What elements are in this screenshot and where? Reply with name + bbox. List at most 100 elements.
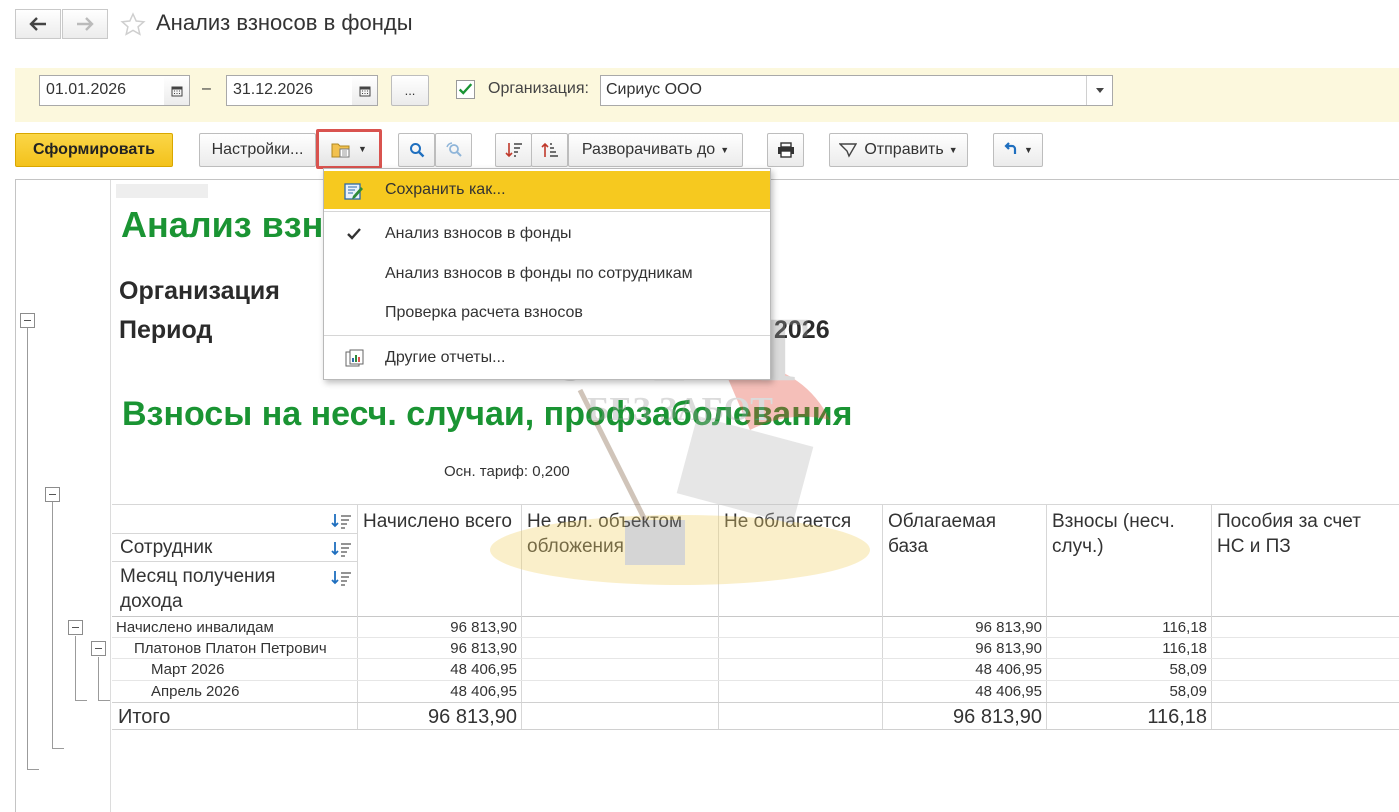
collapse-row-toggle[interactable]: [68, 620, 83, 635]
sort-indicator-icon[interactable]: [331, 512, 353, 530]
column-header-employee[interactable]: Сотрудник: [120, 535, 212, 560]
forward-button[interactable]: [62, 9, 108, 39]
caret-down-icon: ▼: [948, 145, 958, 155]
organization-checkbox[interactable]: [456, 80, 475, 99]
column-header-not-object[interactable]: Не явл. объектом обложения: [527, 509, 712, 559]
menu-item-analysis-by-employees[interactable]: Анализ взносов в фонды по сотрудникам: [324, 255, 770, 293]
print-button[interactable]: [767, 133, 804, 167]
collapse-group-toggle[interactable]: [20, 313, 35, 328]
total-accrued: 96 813,90: [428, 706, 517, 728]
collapse-group-toggle[interactable]: [45, 487, 60, 502]
find-button[interactable]: [398, 133, 435, 167]
menu-item-label: Проверка расчета взносов: [385, 304, 583, 321]
header-divider: [112, 561, 358, 562]
organization-header-label: Организация: [119, 277, 280, 305]
total-label: Итого: [118, 706, 171, 728]
send-button[interactable]: Отправить ▼: [829, 133, 968, 167]
sort-ascending-icon: [540, 142, 558, 157]
menu-separator: [324, 335, 770, 336]
column-divider: [1211, 504, 1212, 729]
cell-taxable-base: 96 813,90: [975, 619, 1042, 636]
calendar-from-button[interactable]: [164, 75, 190, 106]
organization-value: Сириус ООО: [606, 81, 702, 98]
sort-indicator-icon[interactable]: [331, 540, 353, 558]
collapse-row-toggle[interactable]: [91, 641, 106, 656]
undo-arrow-icon: [1004, 142, 1017, 154]
column-divider: [521, 504, 522, 729]
find-next-button[interactable]: [435, 133, 472, 167]
cell-contributions: 116,18: [1162, 640, 1207, 657]
expand-to-button[interactable]: Разворачивать до ▼: [568, 133, 743, 167]
tariff-label: Осн. тариф: 0,200: [444, 463, 570, 480]
cell-taxable-base: 96 813,90: [975, 640, 1042, 657]
checkmark-icon: [347, 228, 361, 240]
period-select-button[interactable]: ...: [391, 75, 429, 106]
group-line: [75, 636, 76, 700]
group-line: [27, 769, 39, 770]
cell-taxable-base: 48 406,95: [975, 683, 1042, 700]
row-label: Апрель 2026: [151, 683, 240, 700]
total-contributions: 116,18: [1147, 706, 1207, 728]
caret-down-icon: ▼: [720, 145, 730, 155]
sort-indicator-icon[interactable]: [331, 569, 353, 587]
menu-item-contributions-check[interactable]: Проверка расчета взносов: [324, 294, 770, 332]
calendar-to-button[interactable]: [352, 75, 378, 106]
row-divider: [112, 637, 1399, 638]
menu-item-other-reports[interactable]: Другие отчеты...: [324, 339, 770, 377]
group-line: [98, 700, 110, 701]
section-title: Взносы на несч. случаи, профзаболевания: [122, 395, 853, 433]
report-title: Анализ взн: [121, 204, 324, 245]
group-line: [27, 328, 28, 770]
header-divider: [112, 533, 358, 534]
dropdown-arrow-icon[interactable]: [1086, 76, 1112, 105]
column-divider: [357, 504, 358, 729]
caret-down-icon: ▼: [358, 144, 367, 154]
menu-item-save-as[interactable]: Сохранить как...: [324, 171, 770, 209]
period-header-value: 2026: [774, 316, 830, 344]
organization-select[interactable]: Сириус ООО: [600, 75, 1113, 106]
column-divider: [882, 504, 883, 729]
column-header-not-taxed[interactable]: Не облагается: [724, 509, 879, 534]
cell-accrued: 96 813,90: [450, 619, 517, 636]
back-button[interactable]: [15, 9, 61, 39]
menu-item-contributions-analysis[interactable]: Анализ взносов в фонды: [324, 215, 770, 253]
send-label: Отправить: [864, 141, 944, 158]
period-header-label: Период: [119, 316, 213, 344]
calendar-icon: [359, 86, 370, 96]
save-edit-icon: [344, 183, 363, 200]
date-from-field[interactable]: 01.01.2026: [39, 75, 165, 106]
send-icon: [839, 143, 858, 158]
column-header-accrued[interactable]: Начислено всего: [363, 509, 513, 534]
cell-accrued: 48 406,95: [450, 661, 517, 678]
generate-button[interactable]: Сформировать: [15, 133, 173, 167]
settings-button[interactable]: Настройки...: [199, 133, 316, 167]
table-top-border: [112, 504, 1399, 505]
search-icon: [409, 143, 424, 158]
row-label: Начислено инвалидам: [116, 619, 274, 636]
group-line: [75, 700, 87, 701]
column-header-contributions[interactable]: Взносы (несч. случ.): [1052, 509, 1202, 559]
column-header-month[interactable]: Месяц получения дохода: [120, 564, 320, 614]
date-range-dash: –: [202, 80, 211, 97]
arrow-left-icon: [29, 17, 46, 31]
report-variants-button[interactable]: ▼: [316, 129, 382, 169]
group-line: [52, 502, 53, 749]
row-divider: [112, 658, 1399, 659]
favorite-star-icon[interactable]: [120, 12, 146, 38]
group-line: [98, 657, 99, 700]
more-actions-button[interactable]: ▼: [993, 133, 1043, 167]
menu-item-label: Другие отчеты...: [385, 349, 506, 366]
cell-contributions: 58,09: [1169, 661, 1207, 678]
date-to-field[interactable]: 31.12.2026: [226, 75, 353, 106]
column-header-taxable-base[interactable]: Облагаемая база: [888, 509, 1038, 559]
column-header-benefits[interactable]: Пособия за счет НС и ПЗ: [1217, 509, 1367, 559]
header-bottom-border: [112, 616, 1399, 617]
report-variant-menu: Сохранить как... Анализ взносов в фонды …: [323, 168, 771, 380]
sort-descending-button[interactable]: [495, 133, 532, 167]
organization-label: Организация:: [488, 80, 589, 97]
column-divider: [718, 504, 719, 729]
cell-accrued: 48 406,95: [450, 683, 517, 700]
caret-down-icon: ▼: [1024, 145, 1033, 155]
checkmark-icon: [458, 83, 473, 95]
sort-ascending-button[interactable]: [531, 133, 568, 167]
